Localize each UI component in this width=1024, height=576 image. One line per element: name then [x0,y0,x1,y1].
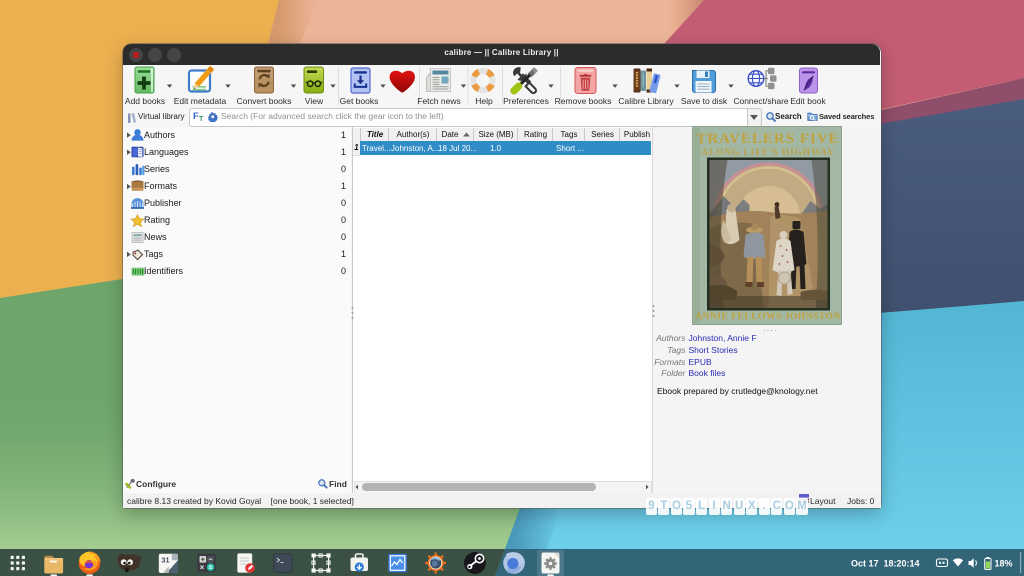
svg-text:Oct 17 18:20:14: Oct 17 18:20:14 [851,559,920,569]
svg-text:ALONG LIFE’S HIGHWAY: ALONG LIFE’S HIGHWAY [701,148,834,158]
svg-text:31: 31 [161,556,170,565]
svg-text:TRAVELERS FIVE: TRAVELERS FIVE [696,131,839,147]
svg-text:18%: 18% [995,559,1013,569]
svg-text:ANNIE FELLOWS JOHNSTON: ANNIE FELLOWS JOHNSTON [695,312,840,322]
